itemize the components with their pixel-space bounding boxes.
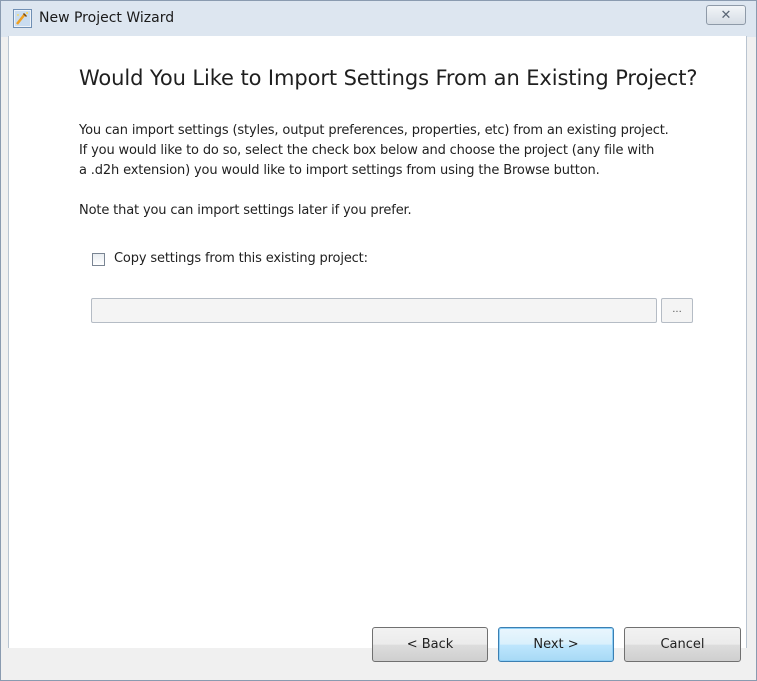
project-path-input[interactable] bbox=[91, 298, 657, 323]
cancel-button[interactable]: Cancel bbox=[624, 627, 741, 662]
description-line-2: If you would like to do so, select the c… bbox=[79, 143, 655, 158]
page-heading: Would You Like to Import Settings From a… bbox=[79, 66, 698, 90]
next-button[interactable]: Next > bbox=[498, 627, 614, 662]
title-bar: New Project Wizard ✕ bbox=[1, 1, 756, 37]
close-icon: ✕ bbox=[720, 8, 732, 23]
wizard-app-icon bbox=[13, 9, 32, 28]
back-button[interactable]: < Back bbox=[372, 627, 488, 662]
copy-settings-label[interactable]: Copy settings from this existing project… bbox=[114, 251, 368, 266]
description-line-3: a .d2h extension) you would like to impo… bbox=[79, 163, 600, 178]
browse-button[interactable]: ... bbox=[661, 298, 693, 323]
note-text: Note that you can import settings later … bbox=[79, 203, 412, 218]
description-line-1: You can import settings (styles, output … bbox=[79, 123, 669, 138]
close-button[interactable]: ✕ bbox=[706, 5, 746, 25]
copy-settings-checkbox[interactable] bbox=[92, 253, 105, 266]
window-title: New Project Wizard bbox=[39, 10, 175, 26]
